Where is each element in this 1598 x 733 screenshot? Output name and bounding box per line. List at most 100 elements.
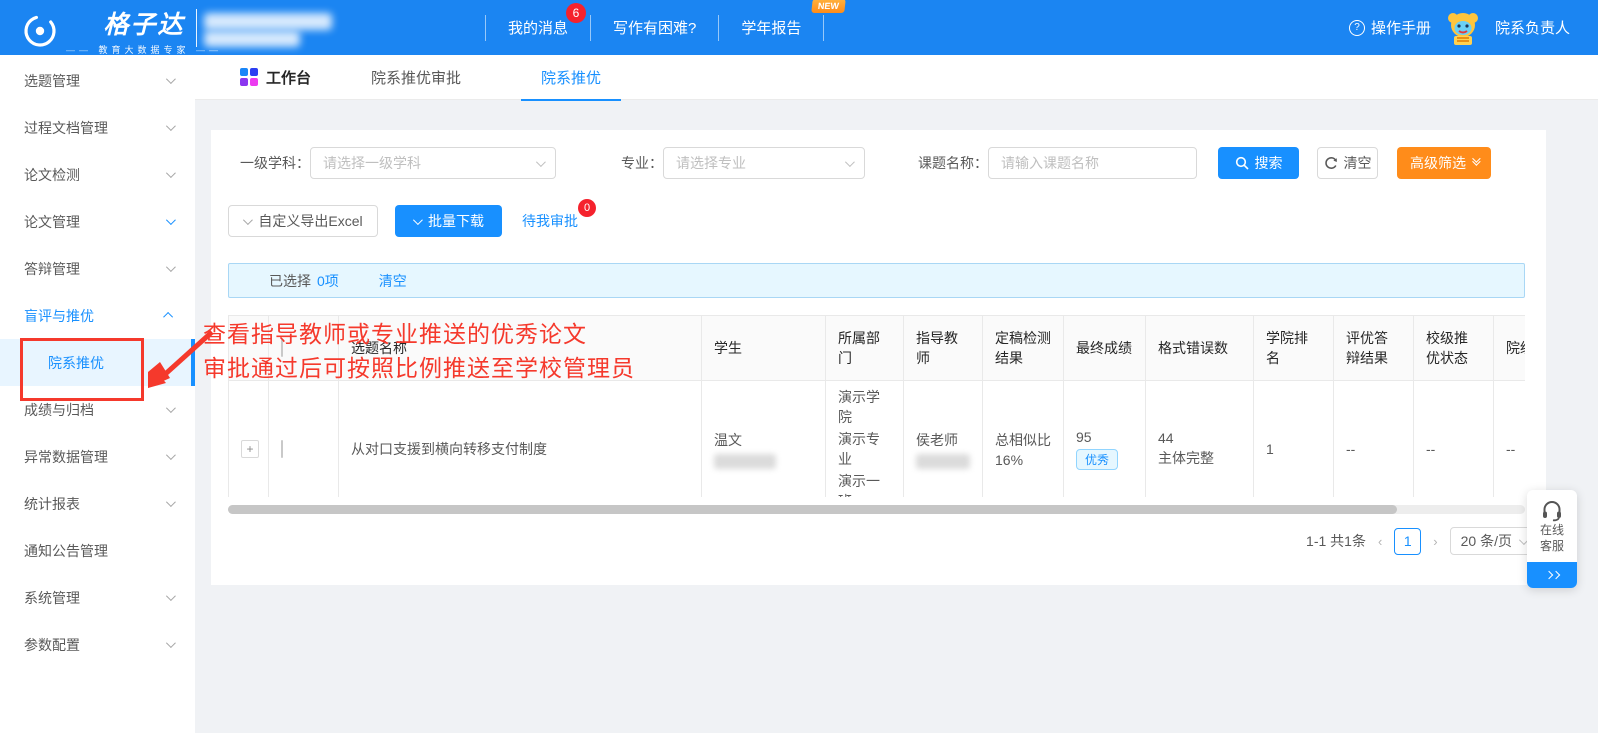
- advanced-filter-button[interactable]: 高级筛选: [1397, 147, 1491, 179]
- horizontal-scrollbar: [228, 505, 1525, 514]
- annotation-line1: 查看指导教师或专业推送的优秀论文: [203, 315, 587, 349]
- major-select[interactable]: 请选择专业: [663, 147, 865, 179]
- sidebar-item-notice-management[interactable]: 通知公告管理: [0, 527, 195, 574]
- tab-workbench[interactable]: 工作台: [240, 55, 311, 100]
- tab-bar: 工作台 院系推优审批 院系推优: [195, 55, 1598, 100]
- filter-row: 一级学科： 请选择一级学科 专业： 请选择专业 课题名称： 请输入课题名称 搜索…: [211, 147, 1546, 179]
- col-defense-result: 评优答辩结果: [1334, 316, 1414, 381]
- school-name-blurred: [204, 13, 332, 30]
- double-chevron-down-icon: [1472, 160, 1478, 166]
- manual-link[interactable]: ? 操作手册: [1349, 17, 1431, 38]
- col-format-errors: 格式错误数: [1146, 316, 1254, 381]
- search-icon: [1235, 156, 1249, 170]
- service-text-line2: 客服: [1540, 538, 1564, 554]
- row-expand-button[interactable]: +: [241, 440, 259, 458]
- subject-select[interactable]: 请选择一级学科: [310, 147, 556, 179]
- annotation-rectangle: [20, 338, 144, 401]
- pagination: 1-1 共1条 ‹ 1 › 20 条/页: [1306, 526, 1535, 556]
- online-service-widget[interactable]: 在线 客服: [1527, 490, 1577, 588]
- batch-download-button[interactable]: 批量下载: [395, 205, 502, 237]
- sidebar-item-topic-management[interactable]: 选题管理: [0, 57, 195, 104]
- nav-separator: [823, 15, 824, 41]
- nav-my-messages[interactable]: 我的消息 6: [486, 17, 590, 38]
- sidebar-item-thesis-check[interactable]: 论文检测: [0, 151, 195, 198]
- cell-department: 演示学院 演示专业 演示一班: [826, 381, 904, 498]
- annotation-arrow: [140, 326, 218, 398]
- sidebar-item-parameter-config[interactable]: 参数配置: [0, 621, 195, 668]
- chevron-down-icon: [845, 157, 855, 167]
- clear-button[interactable]: 清空: [1317, 147, 1378, 179]
- cell-check-result: 总相似比 16%: [983, 381, 1064, 498]
- app-root: 格子达 教育大数据专家 我的消息 6 写作有困难? 学年报告 NEW: [0, 0, 1598, 733]
- school-name-blurred-2: [204, 31, 300, 47]
- message-count-badge: 6: [566, 3, 586, 23]
- service-expand-button[interactable]: [1527, 562, 1577, 588]
- excellent-badge: 优秀: [1076, 449, 1118, 470]
- cell-student: 温文: [702, 381, 826, 498]
- sidebar-item-process-docs[interactable]: 过程文档管理: [0, 104, 195, 151]
- cell-college-rank: 1: [1254, 381, 1334, 498]
- col-student: 学生: [702, 316, 826, 381]
- logo-tagline: 教育大数据专家: [66, 43, 222, 56]
- chevron-down-icon: [166, 591, 176, 601]
- nav-year-report[interactable]: 学年报告 NEW: [719, 17, 823, 38]
- tab-college-promotion-approval[interactable]: 院系推优审批: [371, 55, 461, 100]
- major-label: 专业：: [615, 147, 663, 179]
- horizontal-scrollbar-thumb[interactable]: [228, 505, 1397, 514]
- selection-clear-link[interactable]: 清空: [379, 271, 407, 291]
- col-advisor: 指导教师: [904, 316, 983, 381]
- cell-college-promote-status: --: [1494, 381, 1526, 498]
- chevron-down-icon: [166, 215, 176, 225]
- sidebar-item-system-management[interactable]: 系统管理: [0, 574, 195, 621]
- subject-label: 一级学科：: [235, 147, 310, 179]
- chevron-down-icon: [166, 168, 176, 178]
- table-row: + 从对口支援到横向转移支付制度 温文 演示学院 演: [229, 381, 1526, 498]
- tab-college-promotion[interactable]: 院系推优: [521, 55, 621, 100]
- pending-approval-wrap: 待我审批 0: [522, 211, 578, 231]
- pending-count-badge: 0: [578, 199, 596, 217]
- col-final-check-result: 定稿检测结果: [983, 316, 1064, 381]
- prev-page-button[interactable]: ‹: [1376, 534, 1384, 549]
- header-divider: [196, 9, 197, 47]
- topic-name-label: 课题名称：: [914, 147, 988, 179]
- cell-defense-result: --: [1334, 381, 1414, 498]
- header-right: ? 操作手册 院系负责人: [1349, 0, 1570, 55]
- next-page-button[interactable]: ›: [1431, 534, 1439, 549]
- topic-name-input[interactable]: 请输入课题名称: [988, 147, 1197, 179]
- nav-writing-help[interactable]: 写作有困难?: [591, 17, 718, 38]
- cell-advisor: 侯老师: [904, 381, 983, 498]
- chevron-down-icon: [166, 74, 176, 84]
- brand-logo: 格子达 教育大数据专家: [22, 5, 222, 56]
- sidebar-item-abnormal-data[interactable]: 异常数据管理: [0, 433, 195, 480]
- chevron-down-icon: [536, 157, 546, 167]
- col-college-rank: 学院排名: [1254, 316, 1334, 381]
- chevron-down-icon: [166, 121, 176, 131]
- col-final-score: 最终成绩: [1064, 316, 1146, 381]
- sidebar-item-defense-management[interactable]: 答辩管理: [0, 245, 195, 292]
- cell-final-score: 95 优秀: [1064, 381, 1146, 498]
- new-badge: NEW: [812, 0, 846, 13]
- student-id-blurred: [714, 454, 776, 469]
- mascot-avatar[interactable]: [1445, 10, 1481, 46]
- custom-export-excel-button[interactable]: 自定义导出Excel: [228, 205, 378, 237]
- cell-school-promote-status: --: [1414, 381, 1494, 498]
- sidebar-item-statistics-report[interactable]: 统计报表: [0, 480, 195, 527]
- sidebar-item-thesis-management[interactable]: 论文管理: [0, 198, 195, 245]
- pagination-total: 1-1 共1条: [1306, 531, 1366, 551]
- pending-approval-link[interactable]: 待我审批: [522, 213, 578, 229]
- top-header: 格子达 教育大数据专家 我的消息 6 写作有困难? 学年报告 NEW: [0, 0, 1598, 55]
- selected-count: 0项: [317, 271, 339, 291]
- page-size-select[interactable]: 20 条/页: [1450, 527, 1535, 555]
- chevron-down-icon: [166, 638, 176, 648]
- chevron-down-icon: [243, 215, 253, 225]
- col-school-promote-status: 校级推优状态: [1414, 316, 1494, 381]
- cell-topic: 从对口支援到横向转移支付制度: [339, 381, 702, 498]
- row-checkbox[interactable]: [281, 440, 283, 458]
- search-button[interactable]: 搜索: [1218, 147, 1299, 179]
- header-nav: 我的消息 6 写作有困难? 学年报告 NEW: [485, 0, 824, 55]
- chevron-down-icon: [166, 262, 176, 272]
- toolbar-row: 自定义导出Excel 批量下载 待我审批 0: [228, 205, 578, 237]
- cell-format-errors: 44 主体完整: [1146, 381, 1254, 498]
- page-number-button[interactable]: 1: [1394, 528, 1421, 555]
- user-role[interactable]: 院系负责人: [1495, 17, 1570, 38]
